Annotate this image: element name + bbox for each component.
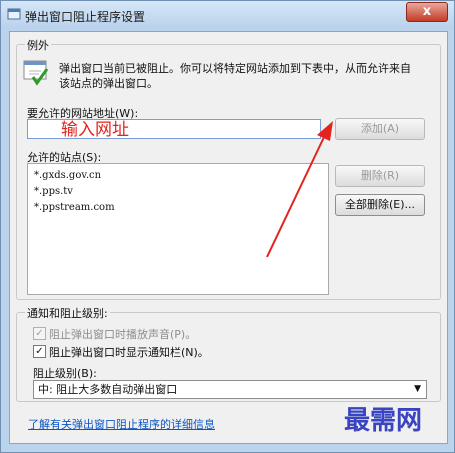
- watermark: 最需网: [344, 406, 423, 436]
- notification-group: 通知和阻止级别: ✓ 阻止弹出窗口时播放声音(P)。 ✓ 阻止弹出窗口时显示通知…: [16, 305, 441, 402]
- exceptions-group: 例外 弹出窗口当前已被阻止。你可以将特定网站添加到下表中，从而允许来自该站点的弹…: [16, 37, 441, 300]
- add-button[interactable]: 添加(A): [335, 118, 425, 140]
- close-button[interactable]: x: [406, 2, 448, 22]
- title-bar: 弹出窗口阻止程序设置 x: [1, 1, 454, 29]
- exceptions-description: 弹出窗口当前已被阻止。你可以将特定网站添加到下表中，从而允许来自该站点的弹出窗口…: [59, 62, 411, 90]
- blocking-level-label: 阻止级别(B):: [33, 367, 97, 380]
- show-notification-bar-label: 阻止弹出窗口时显示通知栏(N)。: [49, 346, 209, 359]
- remove-all-button[interactable]: 全部删除(E)...: [335, 194, 425, 216]
- remove-button[interactable]: 删除(R): [335, 165, 425, 187]
- exceptions-legend: 例外: [25, 37, 51, 53]
- popup-blocker-settings-window: 弹出窗口阻止程序设置 x 例外 弹出窗口当前已被阻止。你可以将特定网站添加到下表…: [0, 0, 455, 453]
- play-sound-label: 阻止弹出窗口时播放声音(P)。: [49, 328, 197, 341]
- chevron-down-icon: ▼: [414, 384, 421, 394]
- notification-legend: 通知和阻止级别:: [25, 305, 110, 321]
- red-arrow-annotation: [266, 121, 333, 258]
- play-sound-checkbox[interactable]: ✓: [33, 327, 46, 340]
- blocking-level-select[interactable]: 中: 阻止大多数自动弹出窗口 ▼: [33, 380, 427, 399]
- blocking-level-value: 中: 阻止大多数自动弹出窗口: [38, 383, 178, 396]
- learn-more-link[interactable]: 了解有关弹出窗口阻止程序的详细信息: [28, 416, 215, 432]
- close-icon: x: [422, 4, 432, 19]
- dialog-body: 例外 弹出窗口当前已被阻止。你可以将特定网站添加到下表中，从而允许来自该站点的弹…: [9, 31, 448, 444]
- show-notification-bar-checkbox[interactable]: ✓: [33, 345, 46, 358]
- app-icon: [7, 8, 21, 20]
- window-title: 弹出窗口阻止程序设置: [25, 10, 146, 24]
- popup-info-icon: [23, 60, 49, 86]
